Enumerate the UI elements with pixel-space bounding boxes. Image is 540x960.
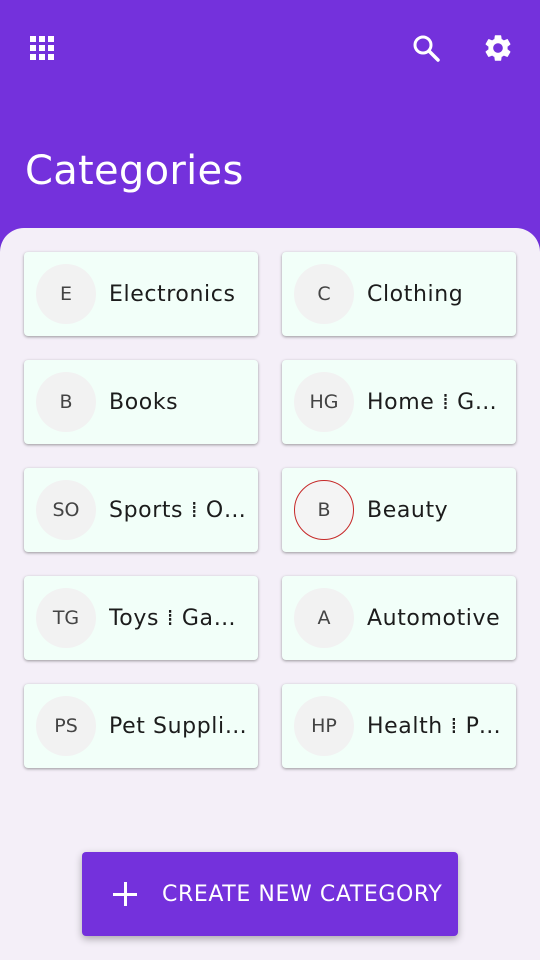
search-button[interactable] [406,28,446,68]
settings-button[interactable] [478,28,518,68]
app-bar: Categories [0,0,540,240]
category-label: Pet Supplies [109,713,248,739]
category-avatar: HG [294,372,354,432]
category-card-sports-outdoors[interactable]: SO Sports ⁞ O… [24,468,258,552]
apps-menu-button[interactable] [22,28,62,68]
category-avatar: E [36,264,96,324]
category-label: Books [109,389,179,415]
category-card-health-personal[interactable]: HP Health ⁞ Pe… [282,684,516,768]
category-avatar: TG [36,588,96,648]
create-category-label: CREATE NEW CATEGORY [162,881,443,907]
apps-grid-icon [30,36,54,60]
search-icon [413,35,440,62]
category-card-electronics[interactable]: E Electronics [24,252,258,336]
category-card-automotive[interactable]: A Automotive [282,576,516,660]
category-avatar: B [36,372,96,432]
create-category-button[interactable]: CREATE NEW CATEGORY [82,852,458,936]
category-label: Sports ⁞ O… [109,497,247,523]
category-avatar: C [294,264,354,324]
category-avatar: HP [294,696,354,756]
category-card-beauty[interactable]: B Beauty [282,468,516,552]
category-card-clothing[interactable]: C Clothing [282,252,516,336]
category-avatar-selected: B [294,480,354,540]
category-avatar: PS [36,696,96,756]
category-card-home-garden[interactable]: HG Home ⁞ Ga… [282,360,516,444]
gear-icon [485,35,511,61]
category-avatar: SO [36,480,96,540]
category-label: Clothing [367,281,464,307]
category-card-pet-supplies[interactable]: PS Pet Supplies [24,684,258,768]
category-card-toys-games[interactable]: TG Toys ⁞ Gam… [24,576,258,660]
page-title: Categories [25,148,244,194]
category-avatar: A [294,588,354,648]
category-card-books[interactable]: B Books [24,360,258,444]
plus-icon [112,881,138,907]
category-label: Electronics [109,281,236,307]
category-label: Home ⁞ Ga… [367,389,506,415]
category-label: Toys ⁞ Gam… [109,605,248,631]
category-label: Beauty [367,497,449,523]
category-label: Automotive [367,605,501,631]
category-label: Health ⁞ Pe… [367,713,506,739]
